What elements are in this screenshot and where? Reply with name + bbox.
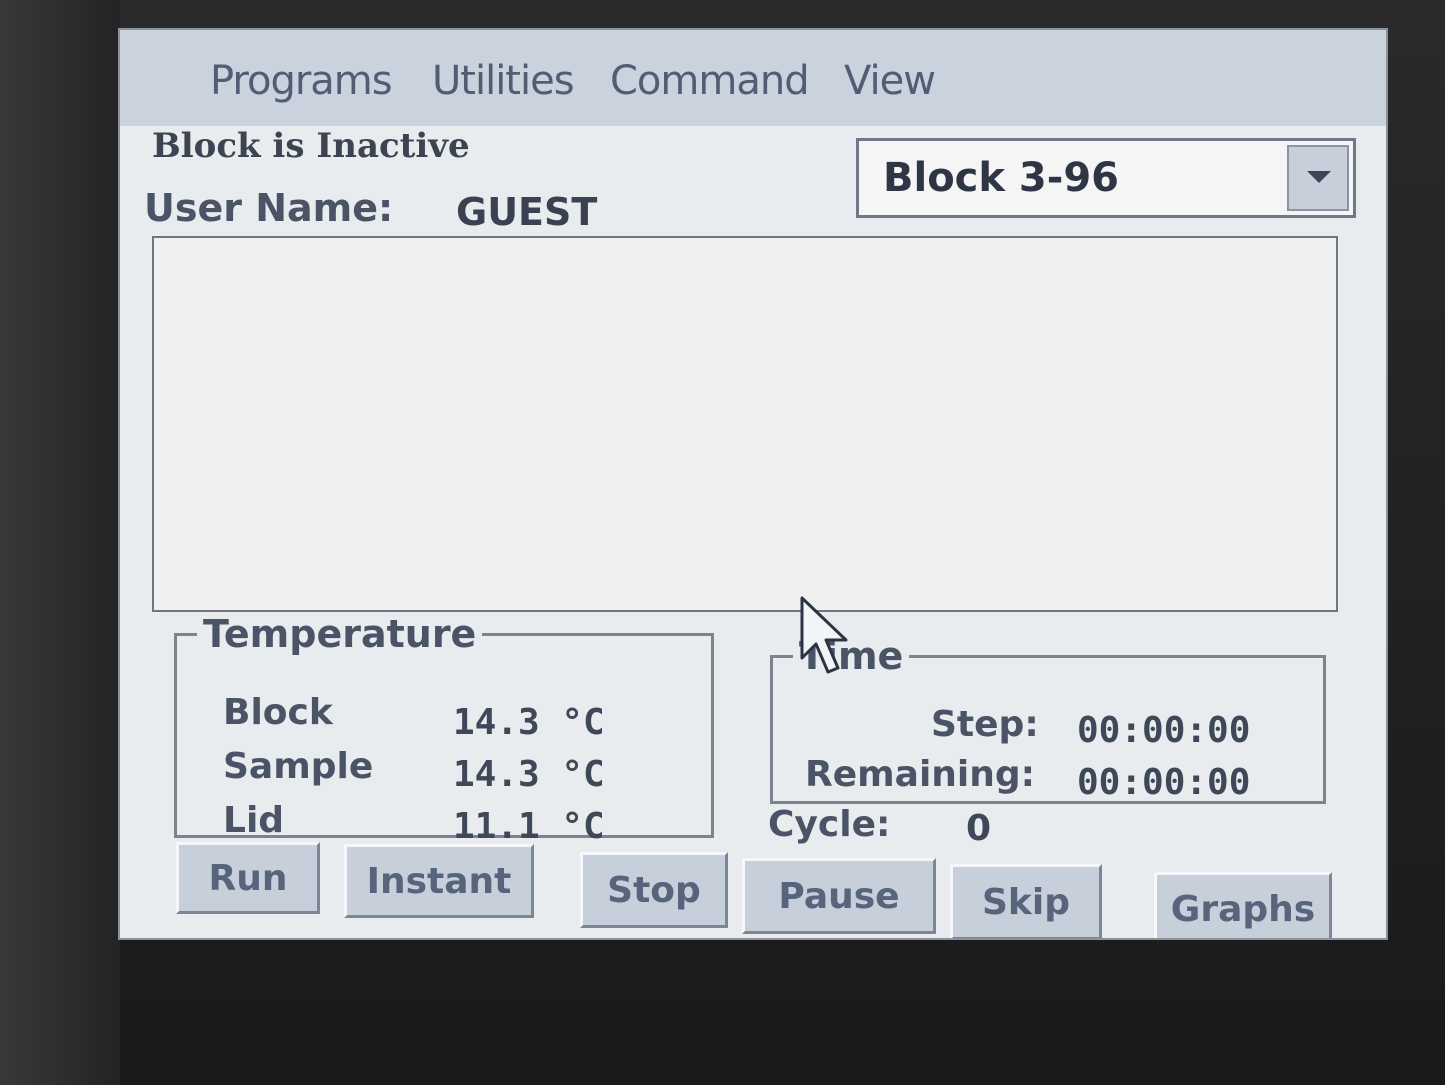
pause-button[interactable]: Pause <box>742 858 936 934</box>
block-select-value: Block 3-96 <box>883 155 1120 201</box>
step-value: 00:00:00 <box>1077 710 1251 751</box>
user-name-value: GUEST <box>456 190 598 234</box>
temp-block-value: 14.3 °C <box>453 702 605 743</box>
temp-block-label: Block <box>223 692 333 733</box>
menu-command[interactable]: Command <box>610 58 810 104</box>
cycle-value: 0 <box>966 808 992 849</box>
time-group: Time Step: 00:00:00 Remaining: 00:00:00 <box>770 636 1326 804</box>
instant-button[interactable]: Instant <box>344 844 534 918</box>
remaining-value: 00:00:00 <box>1077 762 1251 803</box>
mouse-pointer-icon <box>800 596 848 674</box>
menu-programs[interactable]: Programs <box>210 58 393 104</box>
menu-utilities[interactable]: Utilities <box>432 58 575 104</box>
temperature-group: Temperature Block 14.3 °C Sample 14.3 °C… <box>174 612 714 847</box>
temperature-legend: Temperature <box>203 612 477 656</box>
chevron-down-icon[interactable] <box>1287 145 1349 211</box>
menu-view[interactable]: View <box>844 58 936 104</box>
remaining-label: Remaining: <box>805 754 1036 795</box>
temp-lid-value: 11.1 °C <box>453 806 605 847</box>
touch-screen: Programs Utilities Command View Block is… <box>118 28 1388 940</box>
menu-bar: Programs Utilities Command View <box>120 30 1386 126</box>
temp-sample-label: Sample <box>223 746 374 787</box>
bezel-edge <box>0 0 120 1085</box>
step-label: Step: <box>931 704 1039 745</box>
block-select[interactable]: Block 3-96 <box>856 138 1356 218</box>
skip-button[interactable]: Skip <box>950 864 1102 938</box>
program-display-panel <box>152 236 1338 612</box>
user-name-label: User Name: <box>144 186 394 230</box>
temp-sample-value: 14.3 °C <box>453 754 605 795</box>
block-status: Block is Inactive <box>152 126 470 166</box>
run-button[interactable]: Run <box>176 842 320 914</box>
cycle-label: Cycle: <box>768 804 891 845</box>
graphs-button[interactable]: Graphs <box>1154 872 1332 938</box>
temp-lid-label: Lid <box>223 800 285 841</box>
stop-button[interactable]: Stop <box>580 852 728 928</box>
